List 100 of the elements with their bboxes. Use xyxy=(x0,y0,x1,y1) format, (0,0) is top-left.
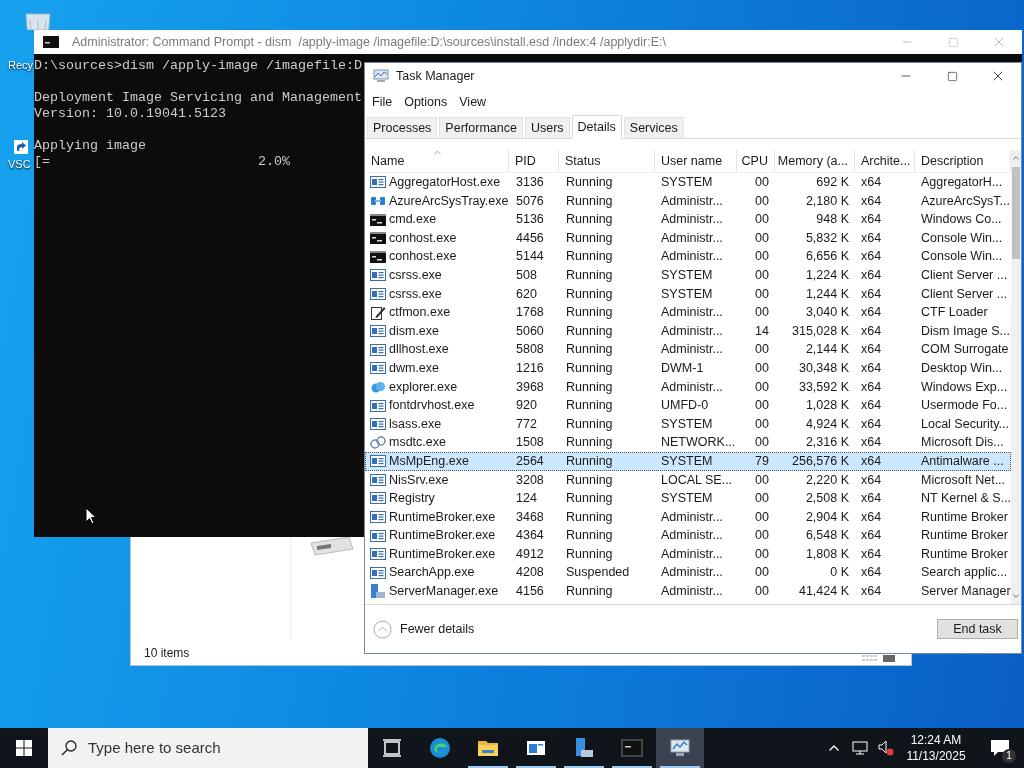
column-header[interactable]: User name xyxy=(655,150,737,172)
process-row[interactable]: RuntimeBroker.exe 4912 Running Administr... 00 1,808 K x64 Runtime Broker xyxy=(365,544,1011,564)
column-header[interactable]: CPU xyxy=(737,150,775,172)
table-cell-text: 2,180 K xyxy=(804,192,850,210)
table-cell-text: 4912 xyxy=(515,545,545,563)
process-row[interactable]: ServerManager.exe 4156 Running Administr... 00 41,424 K x64 Server Manager xyxy=(365,582,1011,601)
scrollbar-thumb[interactable] xyxy=(1012,167,1020,259)
program-icon xyxy=(370,230,386,247)
network-icon[interactable] xyxy=(852,740,868,756)
process-row[interactable]: ctfmon.exe 1768 Running Administr... 00 3,040 K x64 CTF Loader xyxy=(365,303,1011,322)
table-cell-text: Running xyxy=(565,490,614,508)
table-cell-text: 3208 xyxy=(515,471,545,489)
scroll-down-icon[interactable] xyxy=(1011,591,1021,601)
menu-item[interactable]: File xyxy=(372,92,393,112)
table-cell-text: x64 xyxy=(860,266,883,284)
tab[interactable]: Users xyxy=(524,117,570,138)
column-header[interactable]: Name xyxy=(365,150,509,172)
table-cell-text: 5144 xyxy=(515,248,545,266)
table-cell-text: Administr... xyxy=(660,564,724,582)
clock-time[interactable]: 12:24 AM xyxy=(910,732,962,748)
column-header[interactable]: Status xyxy=(559,150,655,172)
table-cell-text: DWM-1 xyxy=(660,359,705,377)
drive-icon[interactable] xyxy=(309,535,355,557)
table-cell-text: 30,348 K xyxy=(797,359,850,377)
scrollbar[interactable] xyxy=(1011,150,1021,604)
process-row[interactable]: dwm.exe 1216 Running DWM-1 00 30,348 K x64 Desktop Win... xyxy=(365,358,1011,378)
process-row[interactable]: SearchApp.exe 4208 Suspended Administr... 00 0 K x64 Search applic... xyxy=(365,563,1011,583)
table-cell-text: SYSTEM xyxy=(660,266,714,284)
table-cell-text: 5060 xyxy=(515,322,545,340)
table-cell-text: x64 xyxy=(860,452,883,470)
program-icon xyxy=(370,509,386,526)
table-cell-text: x64 xyxy=(860,211,883,229)
table-cell-text: Running xyxy=(565,583,614,601)
program-icon xyxy=(370,564,386,581)
process-row[interactable]: conhost.exe 5144 Running Administr... 00 6,656 K x64 Console Win... xyxy=(365,247,1011,266)
table-cell-text: 620 xyxy=(515,285,538,303)
fewer-details-button[interactable]: Fewer details xyxy=(373,619,475,639)
process-row[interactable]: MsMpEng.exe 2564 Running SYSTEM 79 256,576 K x64 Antimalware ... xyxy=(365,451,1011,471)
table-cell-text: 00 xyxy=(754,397,770,415)
notification-icon[interactable] xyxy=(990,739,1010,757)
process-row[interactable]: fontdrvhost.exe 920 Running UMFD-0 00 1,028 K x64 Usermode Fo... xyxy=(365,396,1011,415)
column-header[interactable]: Memory (a... xyxy=(775,150,855,172)
table-cell-text: Microsoft Net... xyxy=(920,471,1007,489)
table-cell-text: Administr... xyxy=(660,527,724,545)
table-cell-text: 4208 xyxy=(515,564,545,582)
table-cell-text: Administr... xyxy=(660,248,724,266)
collapse-icon xyxy=(373,619,392,639)
task-view-icon[interactable] xyxy=(380,736,404,760)
process-row[interactable]: RuntimeBroker.exe 4364 Running Administr... 00 6,548 K x64 Runtime Broker xyxy=(365,526,1011,545)
process-row[interactable]: Registry 124 Running SYSTEM 00 2,508 K x64 NT Kernel & S... xyxy=(365,489,1011,508)
process-row[interactable]: NisSrv.exe 3208 Running LOCAL SE... 00 2,220 K x64 Microsoft Net... xyxy=(365,470,1011,490)
end-task-button[interactable]: End task xyxy=(937,619,1018,639)
menu-item[interactable]: Options xyxy=(404,92,448,112)
table-cell-text: Windows Exp... xyxy=(920,378,1009,396)
process-row[interactable]: RuntimeBroker.exe 3468 Running Administr... 00 2,904 K x64 Runtime Broker xyxy=(365,507,1011,527)
tab[interactable]: Services xyxy=(623,117,684,138)
table-cell-text: Administr... xyxy=(660,545,724,563)
table-cell-text: 00 xyxy=(754,378,770,396)
menu-item[interactable]: View xyxy=(459,92,487,112)
process-row[interactable]: AggregatorHost.exe 3136 Running SYSTEM 00 692 K x64 AggregatorH... xyxy=(365,173,1011,192)
table-cell-text: x64 xyxy=(860,434,883,452)
tab[interactable]: Performance xyxy=(439,117,523,138)
table-cell-text: 3136 xyxy=(515,174,545,191)
large-icons-view-icon[interactable] xyxy=(882,655,896,662)
tab[interactable]: Processes xyxy=(367,117,438,138)
column-header[interactable]: PID xyxy=(509,150,559,172)
process-row[interactable]: lsass.exe 772 Running SYSTEM 00 4,924 K x64 Local Security... xyxy=(365,414,1011,434)
process-row[interactable]: AzureArcSysTray.exe 5076 Running Administr... 00 2,180 K x64 AzureArcSysT... xyxy=(365,191,1011,211)
browser-icon[interactable] xyxy=(428,736,452,760)
process-row[interactable]: msdtc.exe 1508 Running NETWORK... 00 2,316 K x64 Microsoft Dis... xyxy=(365,433,1011,452)
table-cell-text: 2,316 K xyxy=(804,434,850,452)
search-box[interactable]: Type here to search xyxy=(48,728,368,768)
process-row[interactable]: dllhost.exe 5808 Running Administr... 00 2,144 K x64 COM Surrogate xyxy=(365,340,1011,359)
table-cell-text: x64 xyxy=(860,378,883,396)
table-cell-text: x64 xyxy=(860,508,883,526)
process-row[interactable]: conhost.exe 4456 Running Administr... 00 5,832 K x64 Console Win... xyxy=(365,228,1011,248)
console-line: D:\sources>dism /apply-image /imagefile:D xyxy=(34,58,362,74)
table-cell-text: SYSTEM xyxy=(660,490,714,508)
process-row[interactable]: explorer.exe 3968 Running Administr... 00 33,592 K x64 Windows Exp... xyxy=(365,377,1011,397)
speaker-muted-icon[interactable] xyxy=(878,739,894,757)
column-header[interactable]: Archite... xyxy=(855,150,915,172)
table-cell-text: 1768 xyxy=(515,304,545,322)
table-cell-text: Runtime Broker xyxy=(920,508,1009,526)
table-cell-text: 5808 xyxy=(515,341,545,359)
table-cell-text: Runtime Broker xyxy=(920,527,1009,545)
process-row[interactable]: csrss.exe 620 Running SYSTEM 00 1,244 K x64 Client Server ... xyxy=(365,284,1011,304)
table-cell-text: 00 xyxy=(754,545,770,563)
table-cell-text: CTF Loader xyxy=(920,304,989,322)
process-row[interactable]: csrss.exe 508 Running SYSTEM 00 1,224 K x64 Client Server ... xyxy=(365,265,1011,285)
table-cell-text: Running xyxy=(565,471,614,489)
process-row[interactable]: dism.exe 5060 Running Administr... 14 315,028 K x64 Dism Image S... xyxy=(365,321,1011,341)
clock-date[interactable]: 11/13/2025 xyxy=(906,748,966,764)
process-name: lsass.exe xyxy=(389,415,442,433)
scroll-up-icon[interactable] xyxy=(1011,153,1021,163)
tab[interactable]: Details xyxy=(571,115,622,139)
shortcut-icon[interactable] xyxy=(14,140,28,154)
table-cell-text: 4456 xyxy=(515,229,545,247)
process-row[interactable]: cmd.exe 5136 Running Administr... 00 948 K x64 Windows Co... xyxy=(365,210,1011,229)
taskbar-button[interactable] xyxy=(656,728,704,768)
program-icon xyxy=(370,453,386,470)
